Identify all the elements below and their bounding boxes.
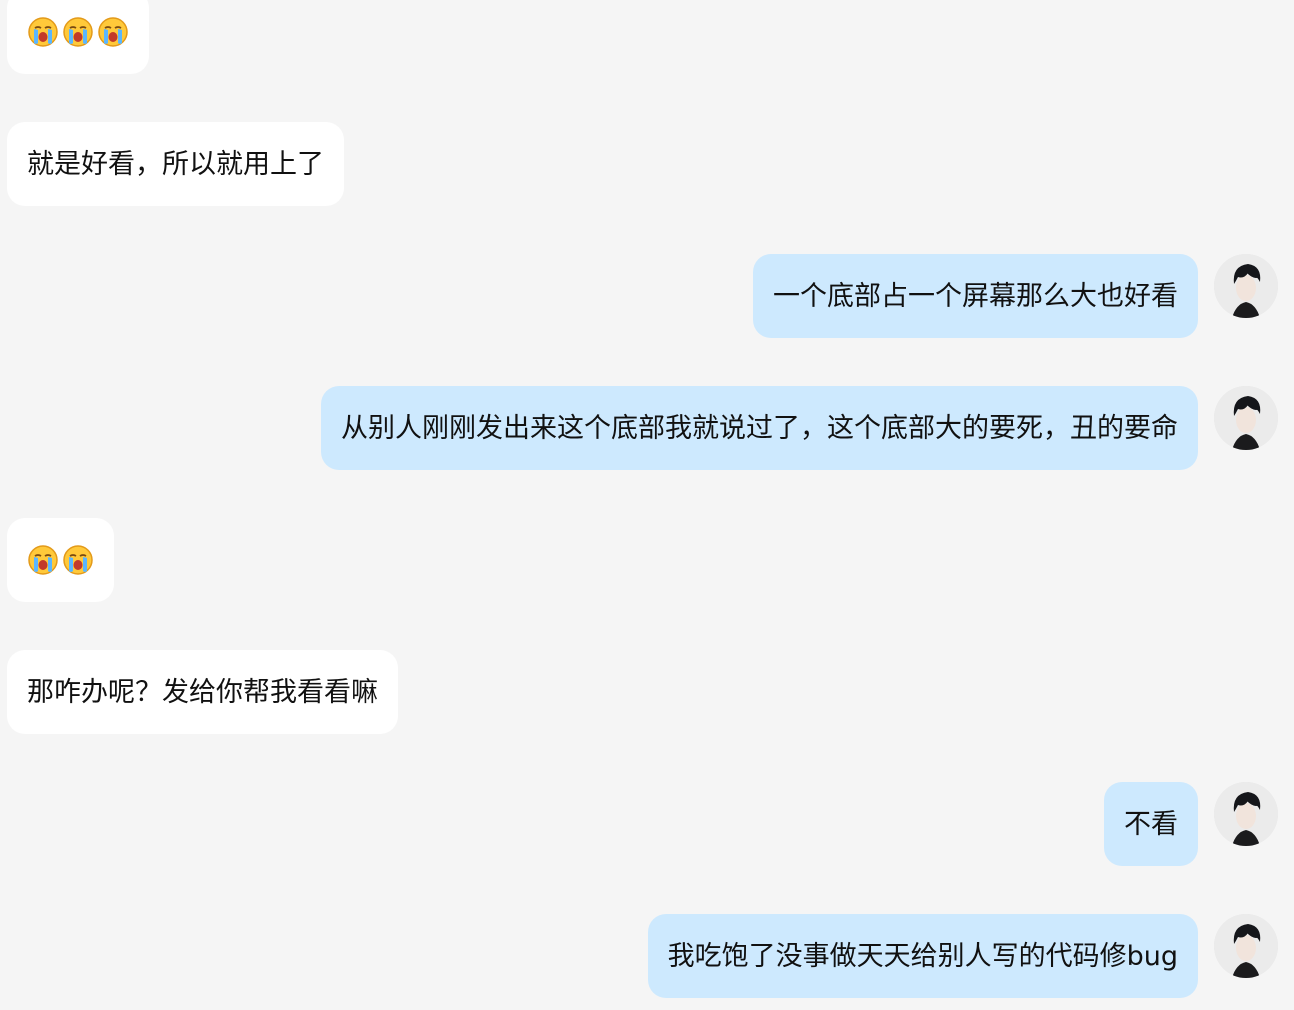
- message-bubble[interactable]: 从别人刚刚发出来这个底部我就说过了，这个底部大的要死，丑的要命: [321, 386, 1198, 470]
- message-text: 不看: [1124, 808, 1178, 840]
- message-row-outgoing: 从别人刚刚发出来这个底部我就说过了，这个底部大的要死，丑的要命: [0, 386, 1294, 470]
- message-row-incoming: 那咋办呢？发给你帮我看看嘛: [0, 650, 1294, 734]
- message-bubble[interactable]: 就是好看，所以就用上了: [7, 122, 344, 206]
- avatar[interactable]: [1214, 914, 1278, 978]
- avatar[interactable]: [1214, 782, 1278, 846]
- message-text: 一个底部占一个屏幕那么大也好看: [773, 280, 1178, 312]
- loudly-crying-face-emoji: [28, 545, 58, 575]
- message-row-incoming: [0, 518, 1294, 602]
- avatar[interactable]: [1214, 386, 1278, 450]
- dark-haired-man-avatar-icon: [1214, 914, 1278, 978]
- message-bubble[interactable]: 不看: [1104, 782, 1198, 866]
- message-text: 从别人刚刚发出来这个底部我就说过了，这个底部大的要死，丑的要命: [341, 412, 1178, 444]
- loudly-crying-face-emoji: [63, 17, 93, 47]
- message-bubble[interactable]: [7, 518, 114, 602]
- dark-haired-man-avatar-icon: [1214, 254, 1278, 318]
- dark-haired-man-avatar-icon: [1214, 386, 1278, 450]
- message-row-outgoing: 不看: [0, 782, 1294, 866]
- message-bubble[interactable]: 我吃饱了没事做天天给别人写的代码修bug: [647, 914, 1198, 998]
- message-text: 那咋办呢？发给你帮我看看嘛: [27, 676, 378, 708]
- message-text: 就是好看，所以就用上了: [27, 148, 324, 180]
- message-row-outgoing: 我吃饱了没事做天天给别人写的代码修bug: [0, 914, 1294, 998]
- avatar[interactable]: [1214, 254, 1278, 318]
- loudly-crying-face-emoji: [63, 545, 93, 575]
- message-bubble[interactable]: 那咋办呢？发给你帮我看看嘛: [7, 650, 398, 734]
- loudly-crying-face-emoji: [28, 17, 58, 47]
- message-row-incoming: 就是好看，所以就用上了: [0, 122, 1294, 206]
- message-row-outgoing: 一个底部占一个屏幕那么大也好看: [0, 254, 1294, 338]
- message-text: 我吃饱了没事做天天给别人写的代码修bug: [667, 940, 1178, 972]
- message-bubble[interactable]: 一个底部占一个屏幕那么大也好看: [753, 254, 1198, 338]
- message-bubble[interactable]: [7, 0, 149, 74]
- loudly-crying-face-emoji: [98, 17, 128, 47]
- chat-window: 就是好看，所以就用上了 一个底部占一个屏幕那么大也好看 从别人刚刚发出来这个底部…: [0, 0, 1294, 1010]
- dark-haired-man-avatar-icon: [1214, 782, 1278, 846]
- message-row-incoming: [0, 0, 1294, 74]
